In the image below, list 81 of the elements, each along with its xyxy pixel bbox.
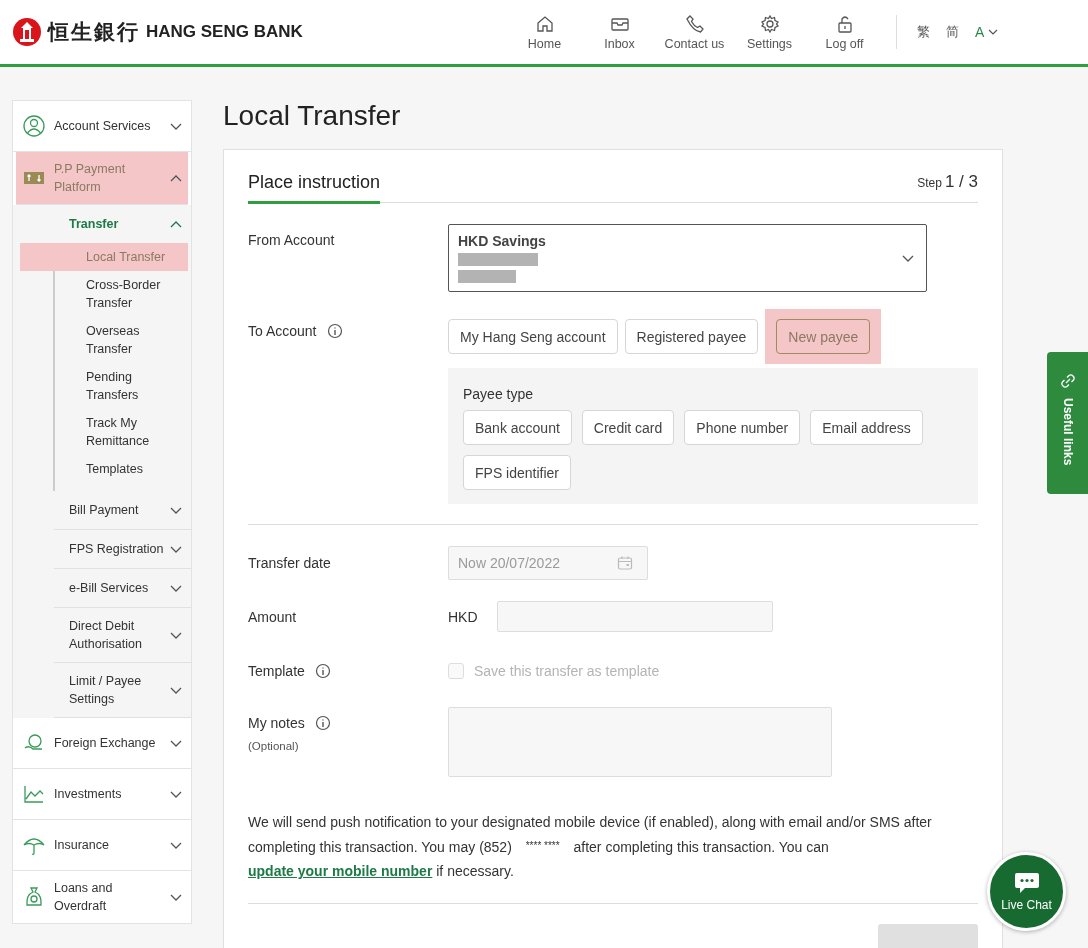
chevron-down-icon [170, 739, 182, 747]
chevron-down-icon [902, 254, 914, 262]
nav-link[interactable]: Log off [807, 13, 882, 51]
field-label: Transfer date [248, 554, 332, 571]
payee-type-button[interactable]: Email address [810, 410, 923, 445]
info-icon[interactable] [326, 323, 343, 339]
nav-link[interactable]: Contact us [657, 13, 732, 51]
field-label: Amount [248, 608, 298, 625]
info-icon[interactable] [314, 715, 331, 731]
step-counter: 1 / 3 [944, 172, 978, 192]
submenu-link[interactable]: Track My Remittance [20, 409, 180, 455]
chevron-up-icon [170, 220, 182, 228]
payee-type-button[interactable]: Credit card [581, 410, 675, 445]
useful-links-tab[interactable]: Useful links [1047, 352, 1088, 494]
field-label: Template [248, 662, 305, 679]
bag-icon [23, 886, 45, 908]
account-name: HKD Savings [458, 233, 546, 249]
update-mobile-link[interactable]: update your mobile number [248, 863, 433, 879]
submenu-link[interactable]: Overseas Transfer [20, 317, 180, 363]
submenu-item[interactable]: e-Bill Services [13, 569, 191, 608]
chevron-down-icon [170, 790, 182, 798]
link-icon [1060, 374, 1075, 388]
chevron-down-icon [170, 584, 182, 592]
nav-link[interactable]: Inbox [582, 13, 657, 51]
calendar-icon [617, 554, 633, 571]
currency-label: HKD [448, 608, 479, 625]
submenu-item[interactable]: Direct Debit Authorisation [13, 608, 191, 663]
live-chat-button[interactable]: Live Chat [987, 852, 1066, 931]
sidebar-item[interactable]: Investments [13, 769, 191, 820]
checkbox-label: Save this transfer as template [474, 662, 660, 679]
submenu-item[interactable]: Transfer [13, 205, 191, 243]
language-link[interactable]: 简 [946, 23, 959, 41]
nav-link[interactable]: Home [507, 13, 582, 51]
chevron-down-icon [170, 631, 182, 639]
payee-type-button[interactable]: FPS identifier [463, 455, 572, 490]
chevron-down-icon [988, 29, 999, 35]
payee-type-button[interactable]: Phone number [684, 410, 801, 445]
nav-link[interactable]: Settings [732, 13, 807, 51]
chevron-up-icon [170, 174, 182, 182]
optional-hint: (Optional) [248, 740, 300, 752]
field-label: My notes [248, 715, 305, 731]
field-label: From Account [248, 231, 336, 250]
field-label: To Account [248, 323, 317, 339]
logo-chinese-text: 恒生銀行 [48, 18, 140, 46]
page-title: Local Transfer [223, 100, 402, 132]
chevron-down-icon [170, 841, 182, 849]
chevron-down-icon [170, 545, 182, 553]
recipient-option-button[interactable]: Registered payee [624, 319, 759, 354]
submenu-link[interactable]: Cross-Border Transfer [20, 271, 180, 317]
payee-type-button[interactable]: Bank account [463, 410, 572, 445]
step-label: Step [917, 176, 942, 190]
notice-text: We will send push notification to your designated mobile device (if enabled), along with email and/or SMS after completing this transaction. You may (852) $^{**** ****}$ after completing this transaction. You can update your mobile number if necessary. [248, 813, 933, 881]
account-dropdown[interactable]: HKD Savings [448, 224, 927, 292]
payee-type-label: Payee type [463, 386, 535, 402]
chevron-down-icon [170, 686, 182, 694]
bank-logo-icon [12, 17, 42, 47]
sidebar-item[interactable]: Foreign Exchange [13, 718, 191, 769]
sidebar-item[interactable]: Loans and Overdraft [13, 871, 191, 924]
submenu-item[interactable]: Limit / Payee Settings [13, 663, 191, 718]
submenu-item[interactable]: FPS Registration [13, 530, 191, 569]
chart-icon [23, 783, 45, 805]
chevron-down-icon [170, 122, 182, 130]
chevron-down-icon [170, 506, 182, 514]
notes-textarea[interactable] [448, 707, 832, 777]
font-size-button[interactable]: A [975, 24, 999, 40]
submenu-item[interactable]: Bill Payment [13, 491, 191, 530]
submenu-link[interactable]: Templates [20, 455, 180, 483]
sidebar-item[interactable]: Insurance [13, 820, 191, 871]
amount-input[interactable] [497, 601, 773, 632]
submenu-link[interactable]: Pending Transfers [20, 363, 180, 409]
redacted-block [458, 270, 516, 283]
info-icon[interactable] [314, 662, 331, 679]
phone-icon [684, 13, 705, 34]
chat-bubble-icon [1013, 871, 1040, 894]
date-placeholder: Now 20/07/2022 [457, 554, 561, 571]
logo-text: HANG SENG BANK [146, 22, 303, 42]
gear-icon [759, 13, 780, 34]
chevron-down-icon [170, 893, 182, 901]
recipient-option-button[interactable]: My Hang Seng account [448, 319, 618, 354]
language-link[interactable]: 繁 [917, 23, 930, 41]
person-icon [23, 115, 45, 137]
